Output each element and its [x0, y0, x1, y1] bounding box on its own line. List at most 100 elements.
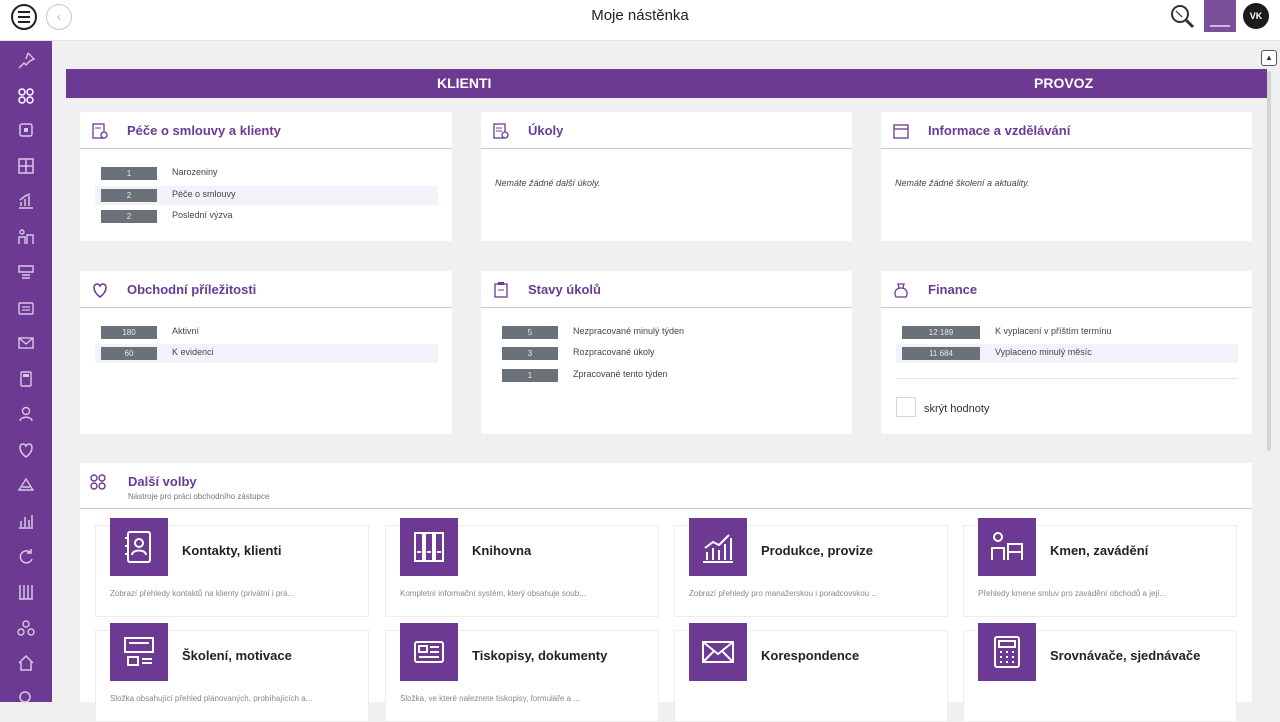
tile-kmen[interactable]: Kmen, zavádění Přehledy kmene smluv pro …: [963, 518, 1237, 617]
search-icon[interactable]: [1168, 2, 1196, 30]
row-label: K evidenci: [172, 347, 214, 357]
card-title: Úkoly: [528, 123, 564, 138]
library-icon: [400, 518, 458, 576]
training-icon[interactable]: [12, 258, 40, 286]
tile-title: Korespondence: [761, 648, 860, 663]
card-header: Obchodní příležitosti: [80, 271, 452, 308]
card-header: Finance: [881, 271, 1252, 308]
tile-produkce[interactable]: Produkce, provize Zobrazí přehledy pro m…: [674, 518, 948, 617]
count-badge: 1: [101, 167, 157, 180]
list-item[interactable]: 2 Péče o smlouvy: [95, 186, 438, 205]
tile-description: Zobrazí přehledy kontaktů na klienty (pr…: [110, 589, 295, 598]
tile-title: Školení, motivace: [182, 648, 292, 663]
contract-icon: [92, 123, 108, 139]
calculator-icon[interactable]: [12, 365, 40, 393]
list-item[interactable]: 1 Narozeniny: [95, 164, 438, 183]
list-item[interactable]: 12 189 K vyplacení v příštím termínu: [896, 323, 1238, 342]
documents-icon[interactable]: [12, 294, 40, 322]
list-item[interactable]: 60 K evidenci: [95, 344, 438, 363]
tab-provoz[interactable]: PROVOZ: [1034, 69, 1093, 98]
row-label: Aktivní: [172, 326, 200, 336]
card-header: Úkoly: [481, 112, 852, 149]
count-badge: 1: [502, 369, 558, 382]
tile-tiskopisy[interactable]: Tiskopisy, dokumenty Složka, ve které na…: [385, 623, 659, 722]
avatar[interactable]: VK: [1243, 3, 1269, 29]
money-bag-icon: [894, 283, 908, 298]
grid-icon[interactable]: [12, 152, 40, 180]
tile-kontakty[interactable]: Kontakty, klienti Zobrazí přehledy konta…: [95, 518, 369, 617]
cloud-icon[interactable]: [12, 471, 40, 499]
scrollbar[interactable]: ▲: [1259, 45, 1280, 702]
clients-icon[interactable]: [12, 82, 40, 110]
team-icon[interactable]: [12, 614, 40, 642]
empty-note: Nemáte žádné školení a aktuality.: [895, 178, 1030, 188]
row-label: Rozpracované úkoly: [573, 347, 655, 357]
heart-icon[interactable]: [12, 436, 40, 464]
tile-skoleni[interactable]: Školení, motivace Složka obsahující přeh…: [95, 623, 369, 722]
card-title: Informace a vzdělávání: [928, 123, 1071, 138]
count-badge: 60: [101, 347, 157, 360]
card-dalsi-volby: Další volby Nástroje pro práci obchodníh…: [80, 463, 1252, 722]
scroll-thumb[interactable]: [1267, 71, 1271, 451]
tile-title: Produkce, provize: [761, 543, 873, 558]
envelope-icon: [689, 623, 747, 681]
card-ukoly: Úkoly Nemáte žádné další úkoly.: [481, 112, 852, 241]
card-title: Finance: [928, 282, 978, 297]
library-icon[interactable]: [12, 578, 40, 606]
calculator-icon: [978, 623, 1036, 681]
tile-korespondence[interactable]: Korespondence: [674, 623, 948, 722]
sidebar: [0, 41, 52, 703]
card-pece: Péče o smlouvy a klienty 1 Narozeniny 2 Pé…: [80, 112, 452, 241]
page-title: Moje nástěnka: [591, 7, 689, 24]
count-badge: 180: [101, 326, 157, 339]
pin-icon[interactable]: [12, 47, 40, 75]
mail-icon[interactable]: [12, 329, 40, 357]
tile-srovnavace[interactable]: Srovnávače, sjednávače: [963, 623, 1237, 722]
workplace-icon[interactable]: [12, 223, 40, 251]
card-title: Stavy úkolů: [528, 282, 601, 297]
card-stavy: Stavy úkolů 5 Nezpracované minulý týden 3…: [481, 271, 852, 434]
clipboard-icon: [494, 282, 508, 298]
tile-title: Knihovna: [472, 543, 532, 558]
company-logo[interactable]: [1204, 0, 1236, 32]
list-item[interactable]: 11 684 Vyplaceno minulý měsíc: [896, 344, 1238, 363]
card-informace: Informace a vzdělávání Nemáte žádné škol…: [881, 112, 1252, 241]
row-label: Zpracované tento týden: [573, 369, 668, 379]
count-badge: 11 684: [902, 347, 980, 360]
tab-klienti[interactable]: KLIENTI: [437, 69, 491, 98]
square-icon[interactable]: [12, 116, 40, 144]
tile-description: Kompletní informační systém, který obsah…: [400, 589, 586, 598]
row-label: Nezpracované minulý týden: [573, 326, 685, 336]
list-item[interactable]: 5 Nezpracované minulý týden: [496, 323, 838, 342]
card-subtitle: Nástroje pro práci obchodního zástupce: [128, 492, 270, 501]
card-header: Informace a vzdělávání: [881, 112, 1252, 149]
refresh-icon[interactable]: [12, 543, 40, 571]
list-item[interactable]: 3 Rozpracované úkoly: [496, 344, 838, 363]
card-title: Další volby: [128, 474, 197, 489]
count-badge: 3: [502, 347, 558, 360]
hide-values-label[interactable]: skrýt hodnoty: [924, 403, 989, 415]
list-item[interactable]: 2 Poslední výzva: [95, 207, 438, 226]
card-title: Obchodní příležitosti: [127, 282, 257, 297]
tile-title: Kmen, zavádění: [1050, 543, 1149, 558]
row-label: Narozeniny: [172, 167, 218, 177]
count-badge: 2: [101, 189, 157, 202]
hide-values-checkbox[interactable]: [896, 397, 916, 417]
list-item[interactable]: 1 Zpracované tento týden: [496, 366, 838, 385]
stats-icon[interactable]: [12, 507, 40, 535]
list-item[interactable]: 180 Aktivní: [95, 323, 438, 342]
section-tabs: KLIENTI PROVOZ: [66, 69, 1267, 98]
search-small-icon[interactable]: [12, 684, 40, 712]
tile-description: Přehledy kmene smluv pro zavádění obchod…: [978, 589, 1167, 598]
divider: [896, 378, 1238, 379]
clients-icon: [90, 474, 106, 490]
home-icon[interactable]: [12, 649, 40, 677]
person-icon[interactable]: [12, 400, 40, 428]
tile-description: Zobrazí přehledy pro manažerskou i porad…: [689, 589, 878, 598]
card-finance: Finance 12 189 K vyplacení v příštím term…: [881, 271, 1252, 434]
tile-title: Srovnávače, sjednávače: [1050, 648, 1201, 663]
chart-icon[interactable]: [12, 187, 40, 215]
tile-knihovna[interactable]: Knihovna Kompletní informační systém, kt…: [385, 518, 659, 617]
scroll-up-icon[interactable]: ▲: [1261, 50, 1277, 66]
tile-title: Tiskopisy, dokumenty: [472, 648, 608, 663]
